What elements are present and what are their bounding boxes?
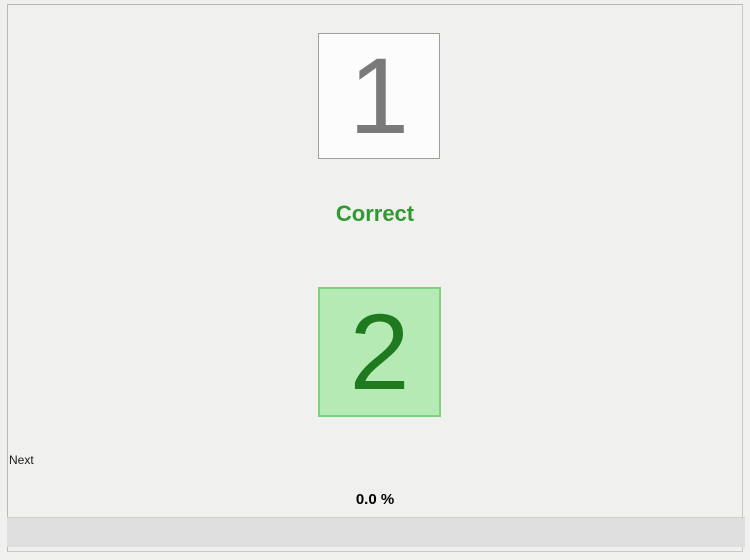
next-button[interactable]: Next (9, 453, 34, 467)
prompt-card: 1 (318, 33, 440, 159)
answer-card-value: 2 (349, 298, 409, 406)
answer-card[interactable]: 2 (318, 287, 441, 417)
main-panel: 1 Correct 2 Next 0.0 % (7, 4, 743, 552)
progress-bar (7, 517, 745, 547)
progress-percent-label: 0.0 % (8, 491, 742, 508)
prompt-card-value: 1 (349, 42, 409, 150)
status-label: Correct (8, 201, 742, 227)
